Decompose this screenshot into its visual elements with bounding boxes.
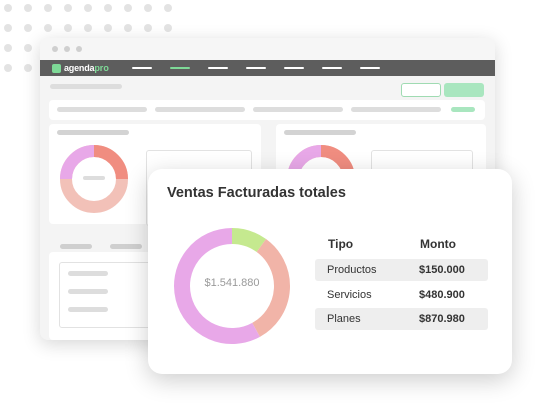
row-tipo: Servicios [327, 289, 372, 301]
nav-item[interactable] [246, 67, 266, 69]
logo-text: agenda [64, 63, 95, 73]
filter-placeholder[interactable] [351, 107, 441, 112]
row-monto: $480.900 [419, 289, 465, 301]
table-row: Productos $150.000 [315, 259, 488, 281]
nav-item[interactable] [132, 67, 152, 69]
list-row-placeholder [68, 307, 108, 312]
list-row-placeholder [68, 271, 108, 276]
primary-button[interactable] [444, 83, 484, 97]
filter-apply[interactable] [451, 107, 475, 112]
nav-item[interactable] [360, 67, 380, 69]
tab-placeholder-active[interactable] [60, 244, 92, 249]
row-monto: $150.000 [419, 264, 465, 276]
list-table [59, 262, 161, 328]
filter-placeholder[interactable] [253, 107, 343, 112]
nav-item[interactable] [208, 67, 228, 69]
mini-donut-label [83, 176, 105, 180]
page-title-placeholder [50, 84, 122, 89]
logo-text-accent: pro [94, 63, 109, 73]
navbar: agenda pro [40, 60, 495, 76]
nav-item[interactable] [322, 67, 342, 69]
logo-icon [52, 63, 61, 73]
filter-placeholder[interactable] [57, 107, 147, 112]
brand-logo: agenda pro [52, 62, 109, 74]
tab-placeholder[interactable] [110, 244, 142, 249]
filter-bar [49, 100, 485, 120]
sales-card: Ventas Facturadas totales $1.541.880 Tip… [148, 169, 512, 374]
column-header-monto: Monto [420, 237, 456, 251]
window-dot [64, 46, 70, 52]
list-row-placeholder [68, 289, 108, 294]
column-header-tipo: Tipo [328, 237, 354, 251]
window-dot [52, 46, 58, 52]
window-titlebar [40, 38, 495, 60]
nav-item[interactable] [284, 67, 304, 69]
row-tipo: Planes [327, 313, 361, 325]
sales-total-label: $1.541.880 [204, 277, 260, 289]
sales-card-title: Ventas Facturadas totales [167, 185, 346, 201]
table-row: Planes $870.980 [315, 308, 488, 330]
row-monto: $870.980 [419, 313, 465, 325]
nav-item-active[interactable] [170, 67, 190, 69]
card-title-placeholder [57, 130, 129, 135]
filter-placeholder[interactable] [155, 107, 245, 112]
table-row: Servicios $480.900 [315, 284, 488, 306]
row-tipo: Productos [327, 264, 377, 276]
secondary-button[interactable] [401, 83, 441, 97]
donut-slice-productos [231, 228, 267, 253]
card-title-placeholder [284, 130, 356, 135]
window-dot [76, 46, 82, 52]
